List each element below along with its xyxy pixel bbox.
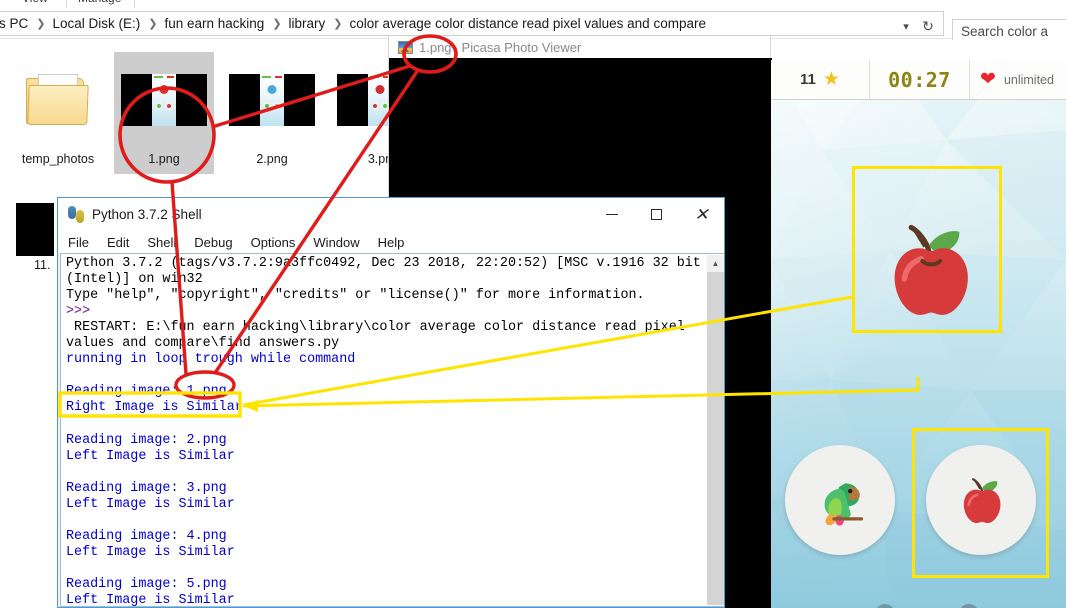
close-button[interactable]: ✕: [679, 198, 724, 231]
console-line: Left Image is Similar: [66, 496, 235, 512]
menu-edit[interactable]: Edit: [107, 235, 129, 250]
background-thumbnail-label: 11.: [34, 258, 51, 272]
breadcrumb-item-library[interactable]: library: [289, 16, 326, 31]
python-shell-title-bar[interactable]: Python 3.7.2 Shell ✕: [58, 198, 724, 231]
folder-icon: [8, 52, 108, 148]
picasa-image-canvas: [389, 58, 772, 208]
tab-manage[interactable]: Manage: [78, 0, 121, 5]
menu-window[interactable]: Window: [313, 235, 359, 250]
console-line: Reading image: 1.png: [66, 384, 227, 400]
python-shell-window[interactable]: Python 3.7.2 Shell ✕ File Edit Shell Deb…: [57, 197, 725, 608]
ribbon-divider: [66, 0, 67, 8]
python-shell-output-area[interactable]: Python 3.7.2 (tags/v3.7.2:9a3ffc0492, De…: [60, 253, 724, 607]
picasa-photo-viewer-window[interactable]: 1.png Picasa Photo Viewer: [388, 36, 772, 208]
quiz-game-panel: 11 ★ 00:27 ❤ unlimited: [771, 60, 1066, 608]
console-line: Python 3.7.2 (tags/v3.7.2:9a3ffc0492, De…: [66, 256, 709, 288]
explorer-address-bar: s PC ❯ Local Disk (E:) ❯ fun earn hackin…: [0, 8, 1066, 44]
apple-illustration: [963, 478, 1001, 524]
console-line: Left Image is Similar: [66, 448, 235, 464]
refresh-icon[interactable]: ↻: [919, 17, 937, 35]
breadcrumb-item-fun-earn-hacking[interactable]: fun earn hacking: [164, 16, 264, 31]
ribbon-tab-strip: View Manage: [0, 0, 1066, 8]
picasa-file-name: 1.png: [419, 39, 452, 55]
console-line: Right Image is Similar: [66, 400, 243, 416]
game-hud: 11 ★ 00:27 ❤ unlimited: [771, 60, 1066, 100]
game-option-a[interactable]: [785, 445, 895, 555]
console-line: Reading image: 5.png: [66, 576, 227, 592]
ribbon-divider: [134, 0, 135, 8]
game-option-b[interactable]: [926, 445, 1036, 555]
menu-help[interactable]: Help: [378, 235, 405, 250]
breadcrumb-item-pc[interactable]: s PC: [0, 16, 28, 31]
timer-cell: 00:27: [869, 60, 970, 100]
score-cell: 11 ★: [771, 60, 869, 100]
python-shell-menu-bar: File Edit Shell Debug Options Window Hel…: [58, 231, 724, 253]
chevron-down-icon[interactable]: ▾: [898, 19, 914, 35]
window-title: Python 3.7.2 Shell: [92, 207, 202, 222]
parrot-illustration: [824, 483, 864, 526]
file-item-1png[interactable]: 1.png: [114, 52, 214, 174]
file-name-label: 2.png: [256, 152, 288, 166]
lives-cell: ❤ unlimited: [970, 60, 1064, 100]
image-thumbnail: [114, 52, 214, 148]
picasa-app-name: Picasa Photo Viewer: [461, 39, 582, 55]
search-placeholder: Search color a: [961, 24, 1049, 39]
apple-illustration: [894, 224, 968, 315]
chevron-right-icon: ❯: [148, 18, 158, 30]
console-line: Reading image: 3.png: [66, 480, 227, 496]
heart-icon: ❤: [980, 69, 996, 90]
console-line: running in loop trough while command: [66, 352, 356, 368]
picasa-title-bar[interactable]: 1.png Picasa Photo Viewer: [389, 36, 770, 58]
scroll-up-arrow-icon[interactable]: ▲: [707, 255, 724, 272]
console-text: Python 3.7.2 (tags/v3.7.2:9a3ffc0492, De…: [66, 256, 709, 607]
console-line: Type "help", "copyright", "credits" or "…: [66, 288, 645, 304]
console-line: >>>: [66, 304, 91, 320]
console-line: Left Image is Similar: [66, 592, 235, 607]
game-prompt-box: [852, 166, 1002, 333]
menu-debug[interactable]: Debug: [194, 235, 232, 250]
background-thumbnail: [16, 203, 54, 256]
timer-value: 00:27: [888, 67, 951, 92]
window-controls: ✕: [589, 198, 724, 231]
maximize-button[interactable]: [634, 198, 679, 231]
file-item-2png[interactable]: 2.png: [222, 52, 322, 168]
console-line: Reading image: 2.png: [66, 432, 227, 448]
menu-options[interactable]: Options: [251, 235, 296, 250]
score-value: 11: [800, 71, 816, 88]
image-thumbnail: [222, 52, 322, 148]
picture-icon: [398, 40, 413, 54]
breadcrumb[interactable]: s PC ❯ Local Disk (E:) ❯ fun earn hackin…: [0, 11, 944, 36]
minimize-button[interactable]: [589, 198, 634, 231]
console-line: RESTART: E:\fun earn hacking\library\col…: [66, 320, 693, 352]
console-line: Reading image: 4.png: [66, 528, 227, 544]
tab-view[interactable]: View: [22, 0, 48, 5]
vertical-scrollbar[interactable]: ▲: [707, 255, 724, 605]
chevron-right-icon: ❯: [36, 18, 46, 30]
console-line: Left Image is Similar: [66, 544, 235, 560]
python-icon: [67, 206, 84, 223]
game-answer-options: A B: [771, 428, 1066, 608]
star-icon: ★: [822, 69, 840, 90]
menu-shell[interactable]: Shell: [147, 235, 176, 250]
chevron-right-icon: ❯: [272, 18, 282, 30]
menu-file[interactable]: File: [68, 235, 89, 250]
file-name-label: temp_photos: [21, 152, 95, 166]
file-name-label: 1.png: [148, 152, 180, 166]
lives-label: unlimited: [1003, 72, 1054, 87]
breadcrumb-item-local-disk[interactable]: Local Disk (E:): [52, 16, 140, 31]
file-item-temp-photos[interactable]: temp_photos: [8, 52, 108, 168]
screenshot-root: View Manage s PC ❯ Local Disk (E:) ❯ fun…: [0, 0, 1066, 608]
breadcrumb-item-current-folder[interactable]: color average color distance read pixel …: [350, 16, 706, 31]
chevron-right-icon: ❯: [333, 18, 343, 30]
